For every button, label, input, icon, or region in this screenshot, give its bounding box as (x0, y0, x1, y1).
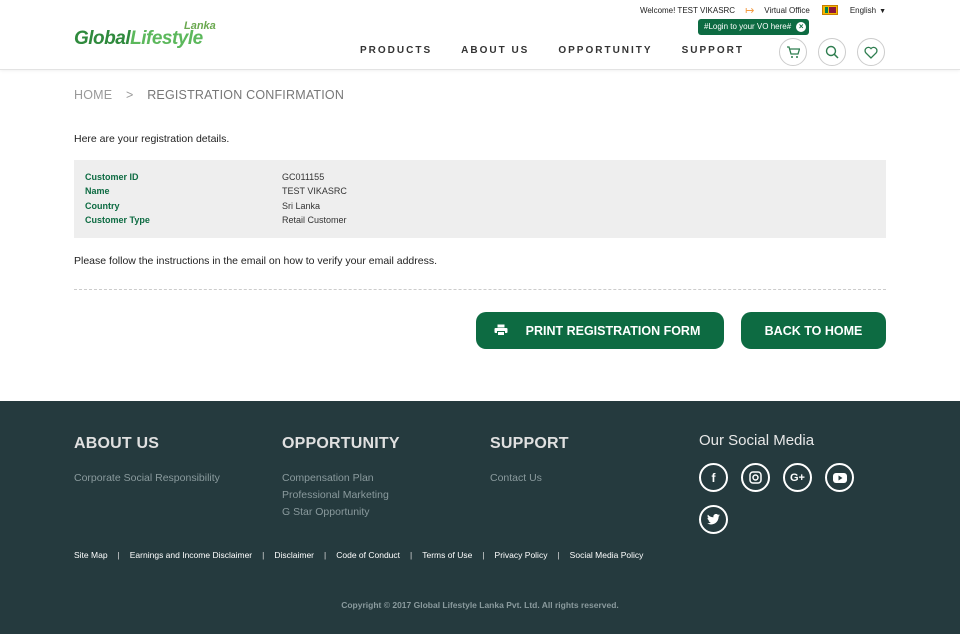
breadcrumb-current: REGISTRATION CONFIRMATION (147, 88, 345, 102)
footer-link-gstar[interactable]: G Star Opportunity (282, 504, 400, 521)
footer-link-compensation[interactable]: Compensation Plan (282, 470, 400, 487)
global-lifestyle-logo[interactable]: Lanka GlobalLifestyle (74, 20, 224, 52)
language-label: English (849, 5, 877, 15)
footer-link-csr[interactable]: Corporate Social Responsibility (74, 470, 220, 487)
print-registration-form-button[interactable]: PRINT REGISTRATION FORM (476, 312, 724, 349)
detail-value: Sri Lanka (282, 200, 321, 211)
footer-about-title: ABOUT US (74, 435, 160, 452)
home-button-label: BACK TO HOME (764, 323, 863, 338)
legal-link-privacy-policy[interactable]: Privacy Policy (495, 550, 548, 560)
legal-separator: | (482, 550, 485, 560)
detail-label: Customer ID (85, 172, 139, 182)
legal-links: Site Map | Earnings and Income Disclaime… (74, 550, 643, 560)
footer-link-professional-marketing[interactable]: Professional Marketing (282, 487, 400, 504)
cart-icon[interactable] (779, 38, 807, 66)
twitter-icon[interactable] (699, 505, 728, 534)
nav-about-us[interactable]: ABOUT US (461, 45, 529, 56)
detail-value: GC011155 (282, 172, 325, 182)
site-header: Lanka GlobalLifestyle Welcome! TEST VIKA… (0, 0, 960, 70)
dashed-divider (74, 289, 886, 290)
language-selector[interactable]: English ▼ (850, 6, 886, 15)
vo-login-tooltip: #Login to your VO here# × (698, 19, 810, 35)
logo-word-lifestyle: Lifestyle (130, 28, 203, 49)
google-plus-icon[interactable]: G+ (783, 463, 812, 492)
legal-link-social-media-policy[interactable]: Social Media Policy (570, 550, 644, 560)
wishlist-heart-icon[interactable] (857, 38, 885, 66)
search-icon[interactable] (818, 38, 846, 66)
instagram-icon[interactable] (741, 463, 770, 492)
welcome-text: Welcome! TEST VIKASRC (639, 5, 736, 15)
legal-link-disclaimer[interactable]: Disclaimer (274, 550, 314, 560)
footer-opportunity-column: OPPORTUNITY Compensation Plan Profession… (282, 435, 400, 521)
legal-separator: | (410, 550, 413, 560)
nav-products[interactable]: PRODUCTS (360, 45, 432, 56)
breadcrumb: HOME > REGISTRATION CONFIRMATION (74, 88, 344, 102)
footer-opportunity-title: OPPORTUNITY (282, 435, 400, 452)
vo-tooltip-text: #Login to your VO here# (704, 22, 792, 31)
nav-opportunity[interactable]: OPPORTUNITY (558, 45, 652, 56)
email-verify-note: Please follow the instructions in the em… (74, 255, 438, 267)
header-icons (779, 38, 896, 66)
site-footer: ABOUT US Corporate Social Responsibility… (0, 401, 960, 634)
top-utility-bar: Welcome! TEST VIKASRC ↦ Virtual Office E… (640, 3, 886, 17)
legal-link-code-of-conduct[interactable]: Code of Conduct (336, 550, 400, 560)
legal-link-earnings-disclaimer[interactable]: Earnings and Income Disclaimer (130, 550, 252, 560)
legal-separator: | (117, 550, 120, 560)
logout-icon[interactable]: ↦ (745, 4, 754, 17)
main-nav: PRODUCTS ABOUT US OPPORTUNITY SUPPORT (360, 45, 773, 56)
footer-support-column: SUPPORT Contact Us (490, 435, 569, 487)
detail-label: Customer Type (85, 214, 150, 225)
print-button-label: PRINT REGISTRATION FORM (525, 323, 701, 338)
nav-support[interactable]: SUPPORT (682, 45, 744, 56)
copyright-text: Copyright © 2017 Global Lifestyle Lanka … (341, 600, 619, 610)
logo-word-global: Global (74, 28, 131, 49)
legal-separator: | (324, 550, 327, 560)
detail-row: Customer ID GC011155 (85, 172, 875, 186)
detail-row: Name TEST VIKASRC (85, 186, 875, 200)
detail-label: Name (85, 186, 110, 197)
virtual-office-link[interactable]: Virtual Office (764, 6, 810, 15)
legal-separator: | (262, 550, 265, 560)
detail-label: Country (85, 200, 120, 211)
footer-about-column: ABOUT US Corporate Social Responsibility (74, 435, 220, 487)
detail-value: Retail Customer (282, 214, 347, 225)
close-icon[interactable]: × (796, 22, 807, 32)
logo-wordmark: GlobalLifestyle (74, 28, 203, 50)
printer-icon (494, 324, 508, 339)
footer-support-title: SUPPORT (490, 435, 569, 452)
registration-details-panel: Customer ID GC011155 Name TEST VIKASRC C… (74, 160, 886, 238)
breadcrumb-home[interactable]: HOME (74, 88, 112, 102)
facebook-icon[interactable]: f (699, 463, 728, 492)
back-to-home-button[interactable]: BACK TO HOME (741, 312, 886, 349)
footer-link-contact[interactable]: Contact Us (490, 470, 569, 487)
detail-row: Customer Type Retail Customer (85, 215, 875, 229)
legal-link-site-map[interactable]: Site Map (74, 550, 108, 560)
detail-value: TEST VIKASRC (282, 186, 347, 197)
caret-down-icon: ▼ (879, 7, 886, 15)
breadcrumb-separator: > (126, 88, 134, 102)
social-media-title: Our Social Media (699, 432, 815, 449)
legal-link-terms-of-use[interactable]: Terms of Use (422, 550, 472, 560)
registration-intro-text: Here are your registration details. (74, 133, 230, 145)
sri-lanka-flag-icon (821, 5, 838, 15)
youtube-icon[interactable] (825, 463, 854, 492)
legal-separator: | (557, 550, 560, 560)
detail-row: Country Sri Lanka (85, 201, 875, 215)
